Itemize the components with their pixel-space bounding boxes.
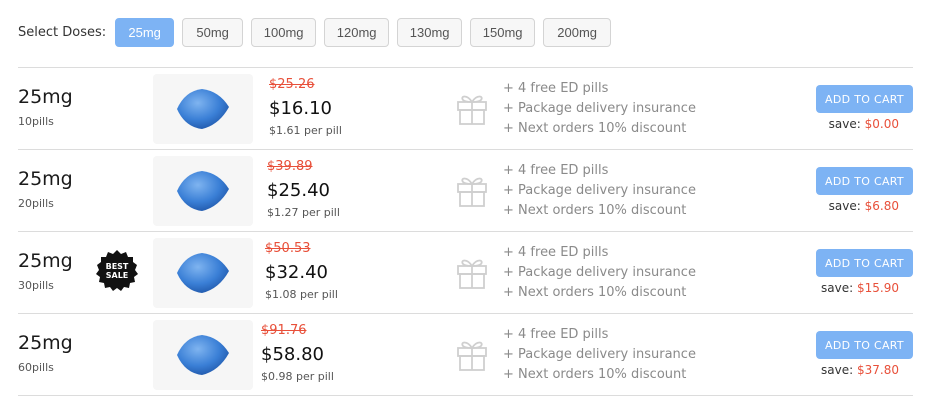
perk-delivery-insurance: + Package delivery insurance [503,101,696,116]
perk-free-pills: + 4 free ED pills [503,163,609,178]
gift-box-icon [457,177,487,207]
perk-delivery-insurance: + Package delivery insurance [503,183,696,198]
save-value: $15.90 [857,281,899,295]
perk-next-order-discount: + Next orders 10% discount [503,121,687,136]
package-row: 25mg 10pills $25.26 $16.10 $1.61 per pil… [18,68,913,150]
original-price: $39.89 [267,159,313,174]
package-price: $25.40 [267,180,330,201]
save-value: $0.00 [864,117,899,131]
package-row: 25mg 30pills BEST SALE $50.53 $32.40 $1.… [18,232,913,314]
dose-option-120mg[interactable]: 120mg [324,17,390,47]
save-amount: save: $15.90 [821,281,899,295]
package-perks: + 4 free ED pills + Package delivery ins… [503,325,696,385]
package-dose: 25mg [18,332,73,354]
pill-image [153,156,253,226]
package-list: 25mg 10pills $25.26 $16.10 $1.61 per pil… [18,67,913,396]
perk-next-order-discount: + Next orders 10% discount [503,203,687,218]
pill-icon [177,171,229,211]
save-value: $37.80 [857,363,899,377]
gift-box-icon [457,259,487,289]
package-dose: 25mg [18,250,73,272]
perk-next-order-discount: + Next orders 10% discount [503,285,687,300]
original-price: $50.53 [265,241,311,256]
package-pill-count: 30pills [18,279,54,292]
pill-icon [177,335,229,375]
badge-text-sale: SALE [106,271,129,280]
package-pill-count: 60pills [18,361,54,374]
perk-free-pills: + 4 free ED pills [503,81,609,96]
package-perks: + 4 free ED pills + Package delivery ins… [503,161,696,221]
perk-delivery-insurance: + Package delivery insurance [503,347,696,362]
pill-icon [177,253,229,293]
gift-box-icon [457,341,487,371]
dose-option-100mg[interactable]: 100mg [251,17,317,47]
package-perks: + 4 free ED pills + Package delivery ins… [503,79,696,139]
pill-image [153,74,253,144]
package-dose: 25mg [18,168,73,190]
package-dose: 25mg [18,86,73,108]
best-sale-badge-icon: BEST SALE [96,250,138,291]
dose-option-150mg[interactable]: 150mg [470,17,536,47]
original-price: $25.26 [269,77,315,92]
package-pill-count: 20pills [18,197,54,210]
save-amount: save: $6.80 [828,199,899,213]
perk-free-pills: + 4 free ED pills [503,245,609,260]
package-row: 25mg 20pills $39.89 $25.40 $1.27 per pil… [18,150,913,232]
add-to-cart-button[interactable]: ADD TO CART [816,331,913,359]
pill-image [153,320,253,390]
package-price: $16.10 [269,98,332,119]
save-amount: save: $0.00 [828,117,899,131]
select-doses-label: Select Doses: [18,24,107,40]
package-price: $58.80 [261,344,324,365]
package-perks: + 4 free ED pills + Package delivery ins… [503,243,696,303]
perk-next-order-discount: + Next orders 10% discount [503,367,687,382]
dose-selector: Select Doses: 25mg 50mg 100mg 120mg 130m… [18,17,619,47]
badge-text-best: BEST [106,262,129,271]
pill-image [153,238,253,308]
pill-icon [177,89,229,129]
dose-option-130mg[interactable]: 130mg [397,17,463,47]
dose-option-200mg[interactable]: 200mg [543,17,612,47]
package-pill-count: 10pills [18,115,54,128]
price-per-pill: $0.98 per pill [261,370,334,383]
add-to-cart-button[interactable]: ADD TO CART [816,85,913,113]
package-row: 25mg 60pills $91.76 $58.80 $0.98 per pil… [18,314,913,396]
save-value: $6.80 [864,199,899,213]
price-per-pill: $1.27 per pill [267,206,340,219]
price-per-pill: $1.61 per pill [269,124,342,137]
save-amount: save: $37.80 [821,363,899,377]
perk-delivery-insurance: + Package delivery insurance [503,265,696,280]
package-price: $32.40 [265,262,328,283]
dose-option-25mg[interactable]: 25mg [115,17,175,47]
original-price: $91.76 [261,323,307,338]
gift-box-icon [457,95,487,125]
dose-option-50mg[interactable]: 50mg [182,17,244,47]
add-to-cart-button[interactable]: ADD TO CART [816,249,913,277]
perk-free-pills: + 4 free ED pills [503,327,609,342]
add-to-cart-button[interactable]: ADD TO CART [816,167,913,195]
price-per-pill: $1.08 per pill [265,288,338,301]
